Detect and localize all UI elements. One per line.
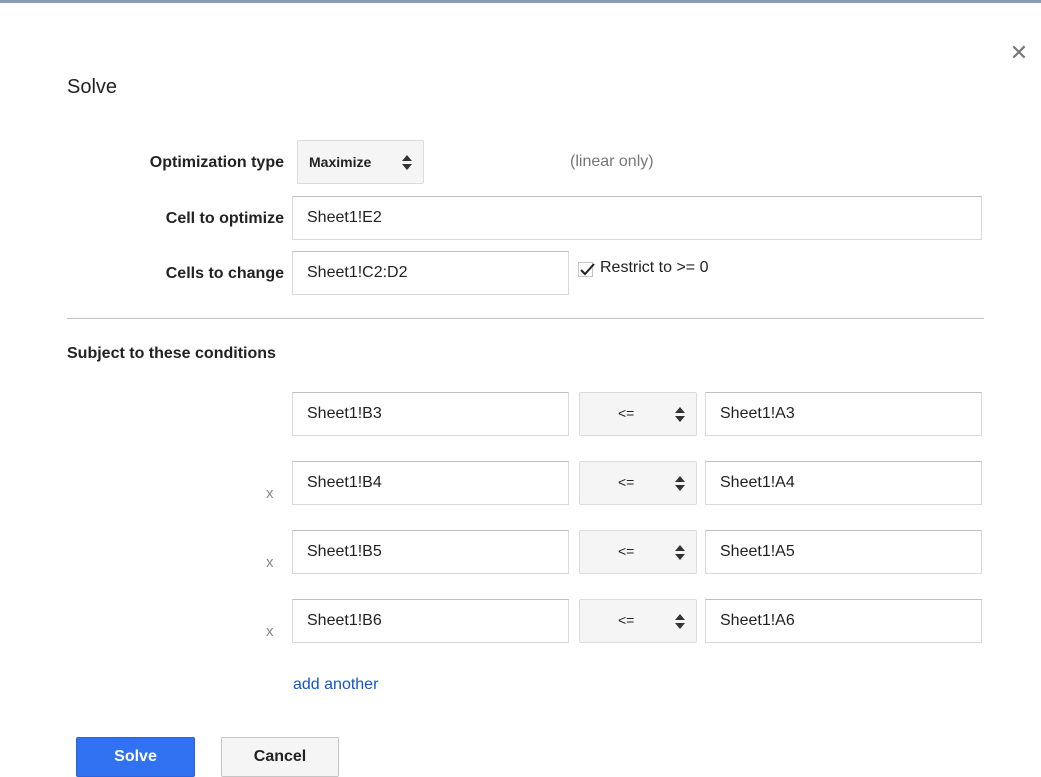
- checkmark-icon: [580, 263, 595, 276]
- linear-only-hint: (linear only): [570, 153, 654, 170]
- optimization-type-select[interactable]: Maximize: [297, 140, 424, 184]
- conditions-title: Subject to these conditions: [67, 345, 276, 362]
- cell-to-optimize-label: Cell to optimize: [165, 210, 284, 227]
- restrict-checkbox[interactable]: [578, 262, 595, 277]
- condition-operator-value: <=: [618, 474, 635, 490]
- cancel-button[interactable]: Cancel: [221, 737, 339, 777]
- dialog-title: Solve: [67, 76, 118, 98]
- cell-to-optimize-input[interactable]: [292, 196, 982, 240]
- condition-left-input[interactable]: [292, 392, 569, 436]
- condition-left-input[interactable]: [292, 530, 569, 574]
- dialog-top-border: [0, 0, 1041, 3]
- condition-right-input[interactable]: [705, 461, 982, 505]
- condition-left-input[interactable]: [292, 461, 569, 505]
- condition-operator-value: <=: [618, 543, 635, 559]
- condition-right-input[interactable]: [705, 599, 982, 643]
- select-arrows-icon: [674, 475, 686, 497]
- condition-operator-value: <=: [618, 612, 635, 628]
- condition-right-input[interactable]: [705, 392, 982, 436]
- cells-to-change-input[interactable]: [292, 251, 569, 295]
- condition-operator-select[interactable]: <=: [579, 530, 697, 574]
- optimization-type-label: Optimization type: [149, 154, 284, 171]
- select-arrows-icon: [401, 154, 413, 175]
- section-divider: [67, 318, 984, 319]
- remove-condition-icon[interactable]: x: [266, 623, 274, 640]
- select-arrows-icon: [674, 544, 686, 566]
- condition-left-input[interactable]: [292, 599, 569, 643]
- condition-right-input[interactable]: [705, 530, 982, 574]
- solve-button[interactable]: Solve: [76, 737, 195, 777]
- remove-condition-icon[interactable]: x: [266, 554, 274, 571]
- optimization-type-value: Maximize: [309, 154, 372, 170]
- condition-operator-select[interactable]: <=: [579, 392, 697, 436]
- cells-to-change-label: Cells to change: [165, 265, 284, 282]
- add-another-link[interactable]: add another: [293, 676, 378, 694]
- restrict-label: Restrict to >= 0: [600, 259, 709, 276]
- close-icon[interactable]: ✕: [1008, 42, 1030, 64]
- condition-operator-value: <=: [618, 405, 635, 421]
- select-arrows-icon: [674, 613, 686, 635]
- select-arrows-icon: [674, 406, 686, 428]
- remove-condition-icon[interactable]: x: [266, 485, 274, 502]
- condition-operator-select[interactable]: <=: [579, 599, 697, 643]
- condition-operator-select[interactable]: <=: [579, 461, 697, 505]
